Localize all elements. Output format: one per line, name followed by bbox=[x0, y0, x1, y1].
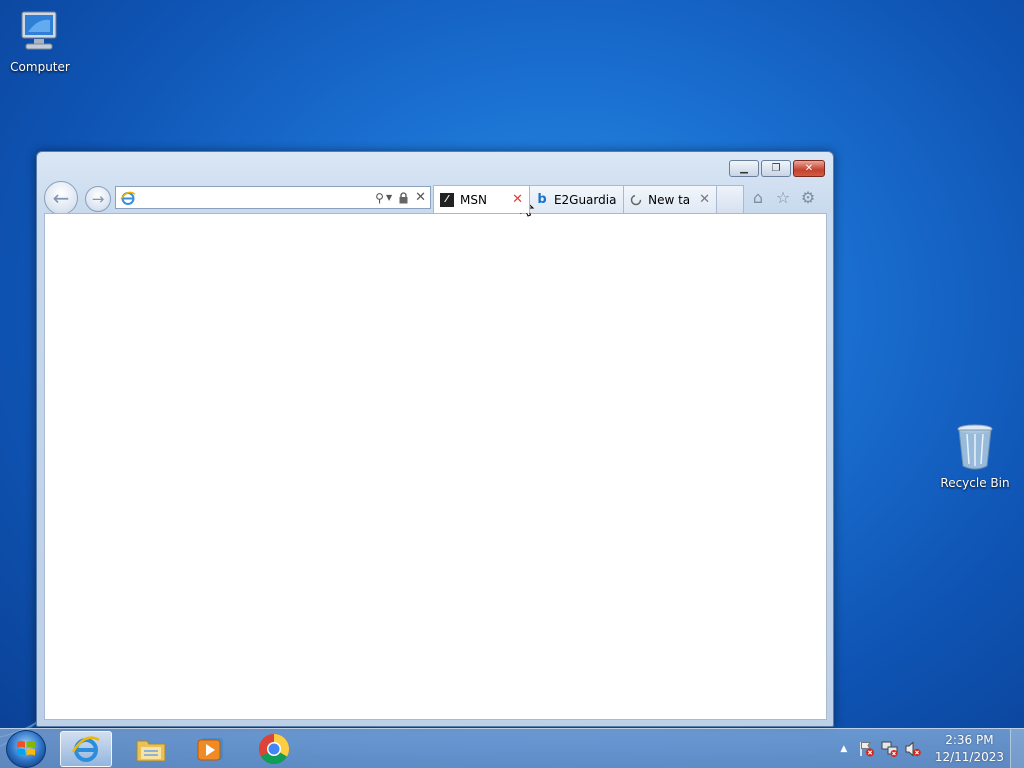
tools-button[interactable]: ⚙ bbox=[797, 186, 819, 208]
stop-button[interactable]: ✕ bbox=[415, 190, 426, 205]
taskbar-windows-media-player[interactable] bbox=[185, 731, 237, 767]
volume-button[interactable] bbox=[903, 739, 923, 759]
open-new-tab-button[interactable] bbox=[716, 185, 744, 213]
tools-gear-icon: ⚙ bbox=[800, 187, 816, 207]
tab-label: E2Guardia... bbox=[553, 192, 617, 207]
page-content[interactable] bbox=[44, 213, 827, 720]
recycle-bin-icon bbox=[957, 424, 993, 470]
taskbar-internet-explorer[interactable] bbox=[60, 731, 112, 767]
tab-label: New tab bbox=[648, 192, 691, 207]
windows-explorer-icon bbox=[136, 740, 166, 762]
desktop-icon-label: Recycle Bin bbox=[940, 476, 1010, 490]
windows-logo-icon bbox=[17, 741, 35, 756]
tab-close-icon[interactable]: ✕ bbox=[699, 192, 710, 207]
tab-strip: ⁄ MSN ✕ b E2Guardia... New tab ✕ bbox=[433, 185, 744, 213]
taskbar-clock[interactable]: 2:36 PM 12/11/2023 bbox=[935, 732, 1004, 766]
address-input[interactable] bbox=[140, 190, 370, 205]
chevron-up-icon: ▲ bbox=[840, 744, 848, 754]
desktop-icon-recycle-bin[interactable]: Recycle Bin bbox=[935, 422, 1015, 490]
clock-date: 12/11/2023 bbox=[934, 750, 1004, 764]
tab-label: MSN bbox=[460, 192, 487, 207]
chrome-icon bbox=[258, 734, 290, 765]
taskbar-windows-explorer[interactable] bbox=[125, 731, 177, 767]
network-button[interactable] bbox=[880, 739, 900, 759]
ie-page-icon bbox=[120, 191, 136, 205]
taskbar: ▲ 2:36 PM 12/11/2023 bbox=[0, 728, 1024, 768]
restore-icon: ❐ bbox=[771, 162, 781, 174]
tab-close-icon[interactable]: ✕ bbox=[512, 192, 523, 207]
caption-buttons: ▁ ❐ ✕ bbox=[727, 160, 825, 177]
system-tray: ▲ 2:36 PM 12/11/2023 bbox=[831, 729, 1004, 768]
favorites-star-icon: ☆ bbox=[775, 187, 791, 207]
forward-button[interactable]: → bbox=[85, 186, 111, 212]
volume-muted-icon bbox=[905, 741, 921, 757]
close-icon: ✕ bbox=[804, 162, 814, 174]
home-icon: ⌂ bbox=[752, 187, 764, 207]
taskbar-chrome[interactable] bbox=[248, 731, 300, 767]
minimize-icon: ▁ bbox=[740, 162, 748, 174]
desktop-icon-label: Computer bbox=[10, 60, 70, 74]
favorites-button[interactable]: ☆ bbox=[772, 186, 794, 208]
navigation-bar: ← → ⚲ ▼ ✕ ⁄ MSN ✕ b E2Guardia New ta ✕ ⌂… bbox=[44, 181, 825, 215]
windows-media-player-icon bbox=[197, 738, 223, 761]
forward-arrow-icon: → bbox=[91, 190, 105, 208]
search-dropdown[interactable]: ⚲ ▼ bbox=[375, 191, 392, 205]
internet-explorer-icon bbox=[71, 736, 100, 762]
action-center-flag-error-icon bbox=[860, 742, 874, 757]
chevron-down-icon: ▼ bbox=[385, 193, 393, 202]
msn-favicon-icon: ⁄ bbox=[440, 192, 454, 207]
address-bar[interactable]: ⚲ ▼ ✕ bbox=[115, 186, 431, 209]
loading-spinner-icon bbox=[630, 193, 642, 207]
search-icon: ⚲ bbox=[375, 190, 384, 205]
clock-time: 2:36 PM bbox=[945, 733, 994, 747]
command-icons: ⌂ ☆ ⚙ bbox=[744, 186, 819, 208]
home-button[interactable]: ⌂ bbox=[747, 186, 769, 208]
back-arrow-icon: ← bbox=[52, 186, 70, 210]
computer-icon bbox=[21, 11, 57, 50]
close-button[interactable]: ✕ bbox=[793, 160, 825, 177]
stop-x-icon: ✕ bbox=[415, 190, 426, 205]
show-hidden-icons-button[interactable]: ▲ bbox=[834, 739, 854, 759]
lock-icon bbox=[399, 191, 408, 203]
start-button[interactable] bbox=[6, 730, 46, 768]
tab-e2guardian[interactable]: b E2Guardia... bbox=[529, 185, 624, 213]
back-button[interactable]: ← bbox=[44, 181, 78, 215]
bing-favicon-icon: b bbox=[537, 192, 547, 207]
minimize-button[interactable]: ▁ bbox=[729, 160, 759, 177]
restore-button[interactable]: ❐ bbox=[761, 160, 791, 177]
tab-new-tab[interactable]: New tab ✕ bbox=[623, 185, 717, 213]
show-desktop-button[interactable] bbox=[1010, 729, 1024, 768]
lock-button[interactable] bbox=[398, 191, 409, 204]
ie-window: ▁ ❐ ✕ ← → ⚲ ▼ ✕ ⁄ MSN ✕ b E2Guardia New … bbox=[36, 151, 834, 727]
desktop-icon-computer[interactable]: Computer bbox=[0, 8, 80, 74]
action-center-button[interactable] bbox=[857, 739, 877, 759]
network-disconnected-icon bbox=[881, 741, 898, 757]
tab-msn[interactable]: ⁄ MSN ✕ bbox=[433, 185, 530, 213]
